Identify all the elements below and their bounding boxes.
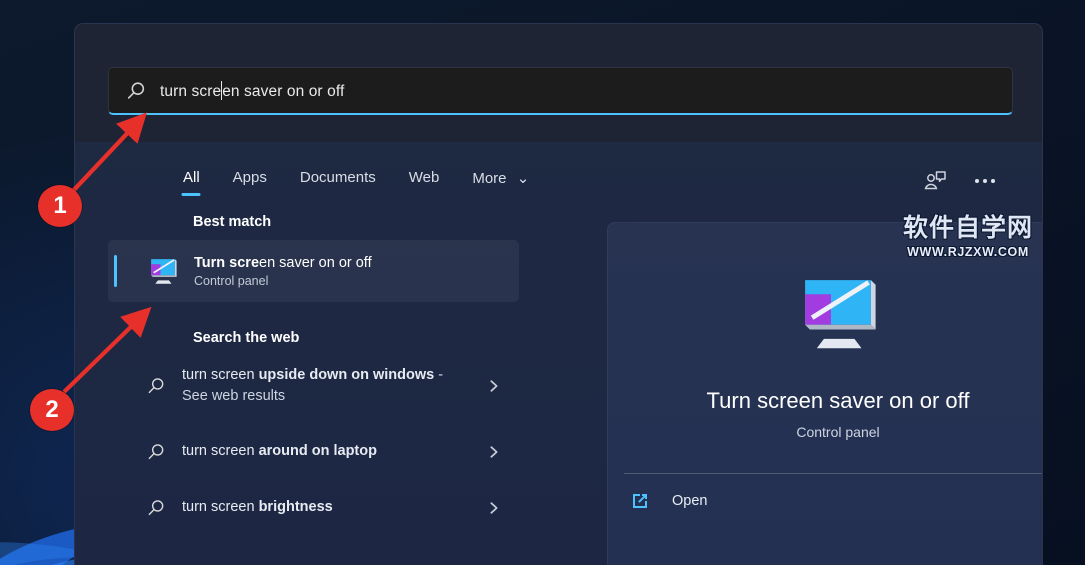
open-action-row[interactable]: Open (630, 491, 1042, 511)
open-action-label: Open (672, 493, 708, 509)
best-match-subtitle: Control panel (194, 273, 269, 288)
web-result-bold: around on laptop (258, 443, 377, 459)
monitor-screensaver-icon (805, 280, 876, 349)
feedback-icon[interactable] (923, 169, 947, 193)
results-column: Best match Turn screen saver on or off C… (75, 214, 533, 531)
chevron-down-icon: ⌄ (516, 170, 530, 187)
search-text-after-caret: en saver on or off (222, 82, 345, 100)
header-actions (923, 169, 995, 193)
filter-tabs: All Apps Documents Web More ⌄ (183, 169, 529, 197)
tab-web[interactable]: Web (409, 169, 440, 196)
search-icon (148, 499, 164, 515)
web-result-text: turn screen upside down on windows - See… (182, 365, 472, 407)
monitor-screensaver-icon (151, 259, 177, 284)
preview-divider (624, 473, 1042, 474)
more-options-icon[interactable] (975, 179, 995, 183)
annotation-marker-2: 2 (30, 389, 74, 431)
web-result-row[interactable]: turn screen brightness (108, 484, 519, 531)
annotation-marker-1: 1 (38, 185, 82, 227)
watermark: 软件自学网 WWW.RJZXW.COM (893, 208, 1043, 259)
chevron-right-icon (490, 501, 498, 514)
screen: turn screen saver on or off All Apps Doc… (0, 0, 1085, 565)
tab-apps-label: Apps (232, 169, 267, 186)
web-result-bold: brightness (258, 499, 333, 515)
search-web-heading: Search the web (193, 330, 300, 346)
web-result-text: turn screen around on laptop (182, 441, 377, 462)
watermark-url-text: WWW.RJZXW.COM (907, 245, 1029, 259)
preview-pane: Turn screen saver on or off Control pane… (607, 222, 1042, 565)
web-result-row[interactable]: turn screen upside down on windows - See… (108, 356, 519, 416)
web-result-bold: upside down on windows (258, 367, 435, 383)
tab-all-label: All (183, 169, 200, 186)
tab-all[interactable]: All (183, 169, 200, 196)
chevron-right-icon (490, 445, 498, 458)
preview-subtitle: Control panel (796, 424, 880, 440)
search-input[interactable]: turn screen saver on or off (108, 67, 1013, 115)
best-match-title-bold: Turn scre (194, 254, 260, 271)
best-match-title: Turn screen saver on or off (194, 254, 372, 272)
best-match-row[interactable]: Turn screen saver on or off Control pane… (108, 240, 519, 302)
watermark-chinese-text: 软件自学网 (902, 213, 1033, 242)
search-icon (127, 81, 145, 99)
tab-more-label: More (472, 170, 507, 187)
tab-apps[interactable]: Apps (233, 169, 267, 196)
tab-documents[interactable]: Documents (300, 169, 376, 196)
web-result-row[interactable]: turn screen around on laptop (108, 428, 519, 475)
web-result-prefix: turn screen (182, 367, 259, 383)
tab-more[interactable]: More ⌄ (472, 169, 529, 197)
best-match-title-rest: en saver on or off (259, 254, 372, 271)
search-text-before-caret: turn scre (160, 82, 222, 100)
best-match-heading: Best match (193, 214, 272, 230)
search-icon (148, 378, 164, 394)
web-result-prefix: turn screen (182, 499, 259, 515)
web-result-prefix: turn screen (182, 443, 259, 459)
search-input-text: turn screen saver on or off (160, 80, 345, 101)
search-flyout-panel: turn screen saver on or off All Apps Doc… (74, 23, 1043, 565)
selection-indicator (114, 255, 117, 287)
web-result-text: turn screen brightness (182, 497, 333, 518)
open-external-icon (633, 494, 647, 508)
chevron-right-icon (490, 380, 498, 392)
search-icon (148, 443, 164, 459)
preview-title: Turn screen saver on or off (706, 388, 970, 413)
tab-web-label: Web (408, 169, 440, 186)
tab-documents-label: Documents (299, 169, 376, 186)
